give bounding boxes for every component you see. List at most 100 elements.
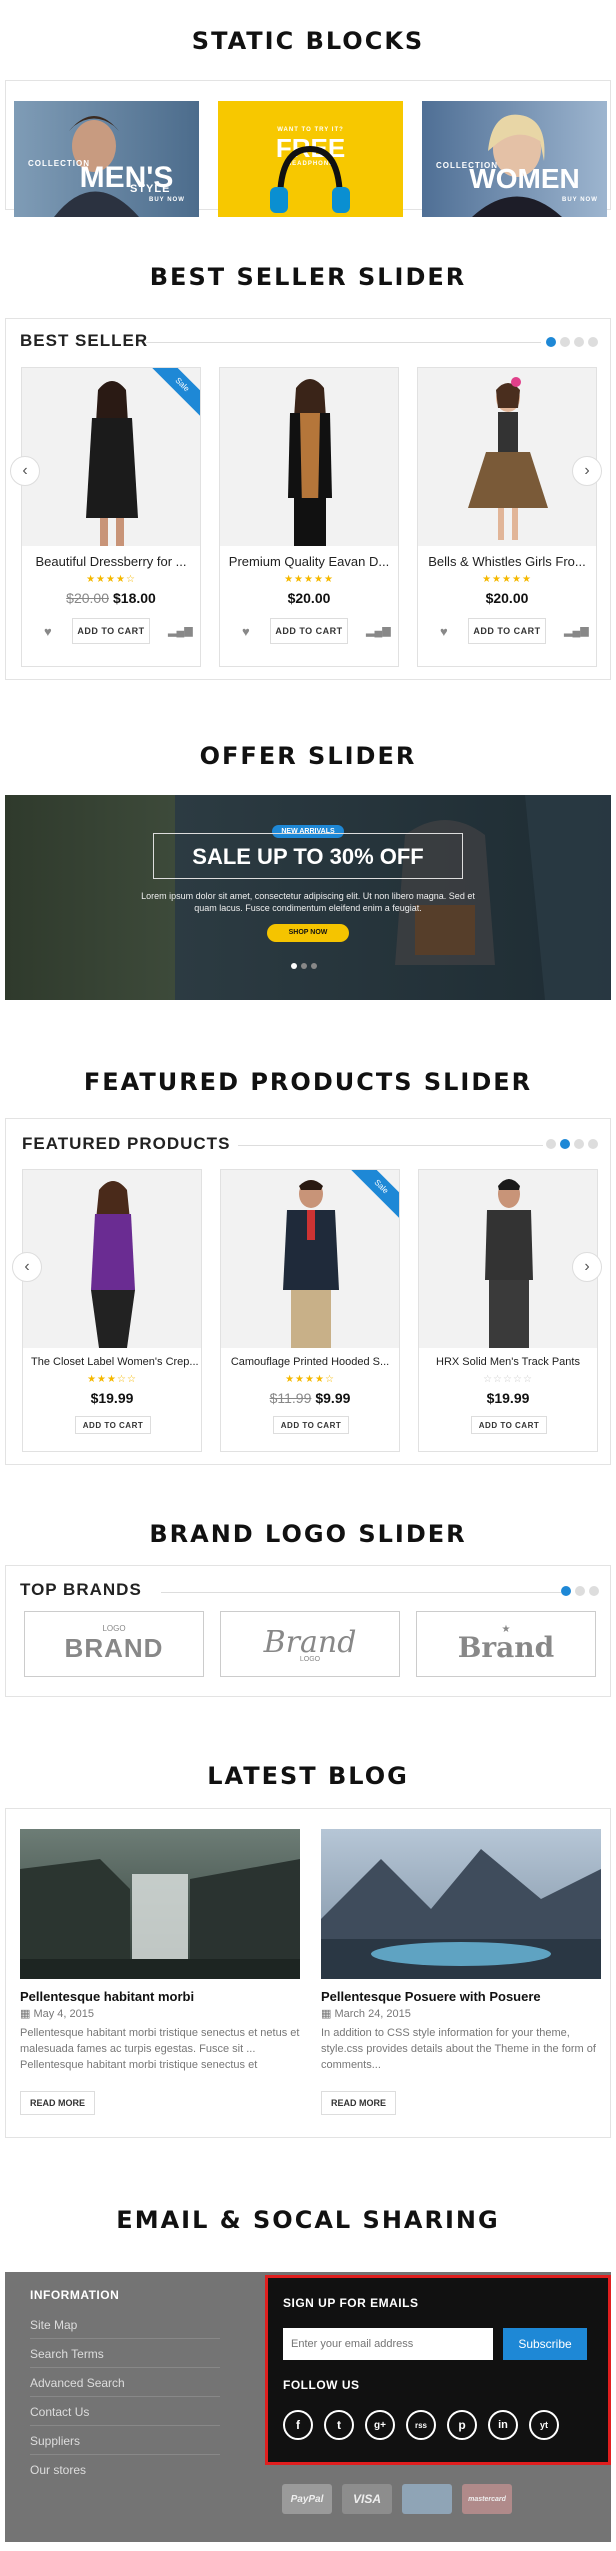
shop-now-button[interactable]: SHOP NOW	[267, 924, 349, 942]
product-name[interactable]: The Closet Label Women's Crep...	[23, 1356, 201, 1368]
read-more-button[interactable]: READ MORE	[20, 2091, 96, 2115]
compare-bars-icon[interactable]: ▂▄▆	[168, 624, 193, 637]
blog-post-image[interactable]	[321, 1829, 601, 1979]
product-card[interactable]: Sale Beautiful Dressberry for ... ★★★★☆ …	[21, 367, 201, 667]
rating-stars: ★★★★★	[482, 574, 532, 585]
slider-next-arrow[interactable]: ›	[572, 1252, 602, 1282]
slider-dot[interactable]	[560, 337, 570, 347]
wishlist-heart-icon[interactable]: ♥	[242, 624, 250, 639]
product-card[interactable]: Bells & Whistles Girls Fro... ★★★★★ $20.…	[417, 367, 597, 667]
brand-logo[interactable]: LOGO BRAND	[24, 1611, 204, 1677]
compare-bars-icon[interactable]: ▂▄▆	[366, 624, 391, 637]
footer-link-contact-us[interactable]: Contact Us	[30, 2405, 220, 2426]
slider-dot[interactable]	[574, 337, 584, 347]
subscribe-button[interactable]: Subscribe	[503, 2328, 587, 2360]
brand-logo[interactable]: Brand LOGO	[220, 1611, 400, 1677]
offer-banner[interactable]: NEW ARRIVALS SALE UP TO 30% OFF Lorem ip…	[5, 795, 611, 1000]
current-price: $20.00	[485, 590, 529, 606]
blog-post-image[interactable]	[20, 1829, 300, 1979]
blog-post-excerpt: In addition to CSS style information for…	[321, 2027, 596, 2071]
add-to-cart-button[interactable]: ADD TO CART	[72, 618, 150, 644]
slider-dot[interactable]	[291, 963, 297, 969]
slider-dot[interactable]	[301, 963, 307, 969]
facebook-icon[interactable]: f	[283, 2410, 313, 2440]
slider-next-arrow[interactable]: ›	[572, 456, 602, 486]
product-name[interactable]: Premium Quality Eavan D...	[220, 554, 398, 569]
twitter-icon[interactable]: t	[324, 2410, 354, 2440]
slider-dots[interactable]	[561, 1586, 599, 1596]
product-image[interactable]	[22, 368, 200, 546]
add-to-cart-button[interactable]: ADD TO CART	[468, 618, 546, 644]
footer-link-our-stores[interactable]: Our stores	[30, 2463, 220, 2483]
product-card[interactable]: HRX Solid Men's Track Pants ☆☆☆☆☆ $19.99…	[418, 1169, 598, 1452]
read-more-button[interactable]: READ MORE	[321, 2091, 397, 2115]
add-to-cart-button[interactable]: ADD TO CART	[270, 618, 348, 644]
footer-link-search-terms[interactable]: Search Terms	[30, 2347, 220, 2368]
product-name[interactable]: Camouflage Printed Hooded S...	[221, 1356, 399, 1368]
google-plus-icon[interactable]: g+	[365, 2410, 395, 2440]
add-to-cart-button[interactable]: ADD TO CART	[75, 1416, 151, 1434]
wishlist-heart-icon[interactable]: ♥	[440, 624, 448, 639]
product-image[interactable]	[419, 1170, 597, 1348]
pinterest-icon[interactable]: p	[447, 2410, 477, 2440]
slider-dot[interactable]	[311, 963, 317, 969]
slider-dot[interactable]	[546, 337, 556, 347]
slider-dot[interactable]	[561, 1586, 571, 1596]
youtube-icon[interactable]: yt	[529, 2410, 559, 2440]
product-image[interactable]	[418, 368, 596, 546]
slider-dot[interactable]	[560, 1139, 570, 1149]
wishlist-heart-icon[interactable]: ♥	[44, 624, 52, 639]
brand-logo[interactable]: ★ Brand	[416, 1611, 596, 1677]
product-image[interactable]	[220, 368, 398, 546]
slider-dot[interactable]	[574, 1139, 584, 1149]
featured-heading: FEATURED PRODUCTS	[22, 1134, 231, 1153]
add-to-cart-button[interactable]: ADD TO CART	[273, 1416, 349, 1434]
slider-prev-arrow[interactable]: ‹	[12, 1252, 42, 1282]
rating-stars: ★★★★★	[284, 574, 334, 585]
email-input[interactable]	[283, 2328, 493, 2360]
product-image[interactable]	[23, 1170, 201, 1348]
static-block-cta[interactable]: BUY NOW	[562, 197, 598, 203]
slider-prev-arrow[interactable]: ‹	[10, 456, 40, 486]
blog-post-title[interactable]: Pellentesque habitant morbi	[20, 1989, 194, 2004]
static-block-women[interactable]: COLLECTION WOMEN BUY NOW	[422, 101, 607, 217]
brands-heading: TOP BRANDS	[20, 1580, 142, 1599]
static-blocks-panel: COLLECTION MEN'S STYLE BUY NOW WANT TO T…	[5, 80, 611, 217]
product-card[interactable]: Sale Camouflage Printed Hooded S... ★★★★…	[220, 1169, 400, 1452]
product-card[interactable]: Premium Quality Eavan D... ★★★★★ $20.00 …	[219, 367, 399, 667]
slider-dot[interactable]	[588, 1139, 598, 1149]
slider-dots[interactable]	[546, 337, 598, 347]
rating-stars: ☆☆☆☆☆	[483, 1374, 533, 1385]
product-name[interactable]: HRX Solid Men's Track Pants	[419, 1356, 597, 1368]
static-block-headphone[interactable]: WANT TO TRY IT? FREE HEADPHONE	[218, 101, 403, 217]
rss-icon[interactable]: rss	[406, 2410, 436, 2440]
footer-link-site-map[interactable]: Site Map	[30, 2318, 220, 2339]
calendar-icon: ▦	[321, 2008, 335, 2020]
static-block-cta[interactable]: BUY NOW	[149, 197, 185, 203]
slider-dot[interactable]	[546, 1139, 556, 1149]
product-card[interactable]: The Closet Label Women's Crep... ★★★☆☆ $…	[22, 1169, 202, 1452]
coat-model-image	[283, 1180, 339, 1348]
footer-link-advanced-search[interactable]: Advanced Search	[30, 2376, 220, 2397]
static-block-mens[interactable]: COLLECTION MEN'S STYLE BUY NOW	[14, 101, 199, 217]
product-image[interactable]	[221, 1170, 399, 1348]
current-price: $19.99	[90, 1390, 134, 1406]
slider-dot[interactable]	[575, 1586, 585, 1596]
brand-logo-caption: LOGO	[102, 1624, 126, 1633]
footer-link-suppliers[interactable]: Suppliers	[30, 2434, 220, 2455]
linkedin-icon[interactable]: in	[488, 2410, 518, 2440]
paypal-icon: PayPal	[282, 2484, 332, 2514]
blog-post-date-text: May 4, 2015	[33, 2008, 94, 2020]
add-to-cart-button[interactable]: ADD TO CART	[471, 1416, 547, 1434]
best-seller-heading: BEST SELLER	[20, 331, 149, 350]
slider-dot[interactable]	[588, 337, 598, 347]
heading-divider	[161, 1592, 561, 1593]
compare-bars-icon[interactable]: ▂▄▆	[564, 624, 589, 637]
slider-dots[interactable]	[546, 1139, 598, 1149]
blog-post-title[interactable]: Pellentesque Posuere with Posuere	[321, 1989, 541, 2004]
slider-dots[interactable]	[291, 963, 317, 969]
product-name[interactable]: Beautiful Dressberry for ...	[22, 554, 200, 569]
static-block-title: MEN'S	[79, 161, 174, 194]
product-name[interactable]: Bells & Whistles Girls Fro...	[418, 554, 596, 569]
slider-dot[interactable]	[589, 1586, 599, 1596]
